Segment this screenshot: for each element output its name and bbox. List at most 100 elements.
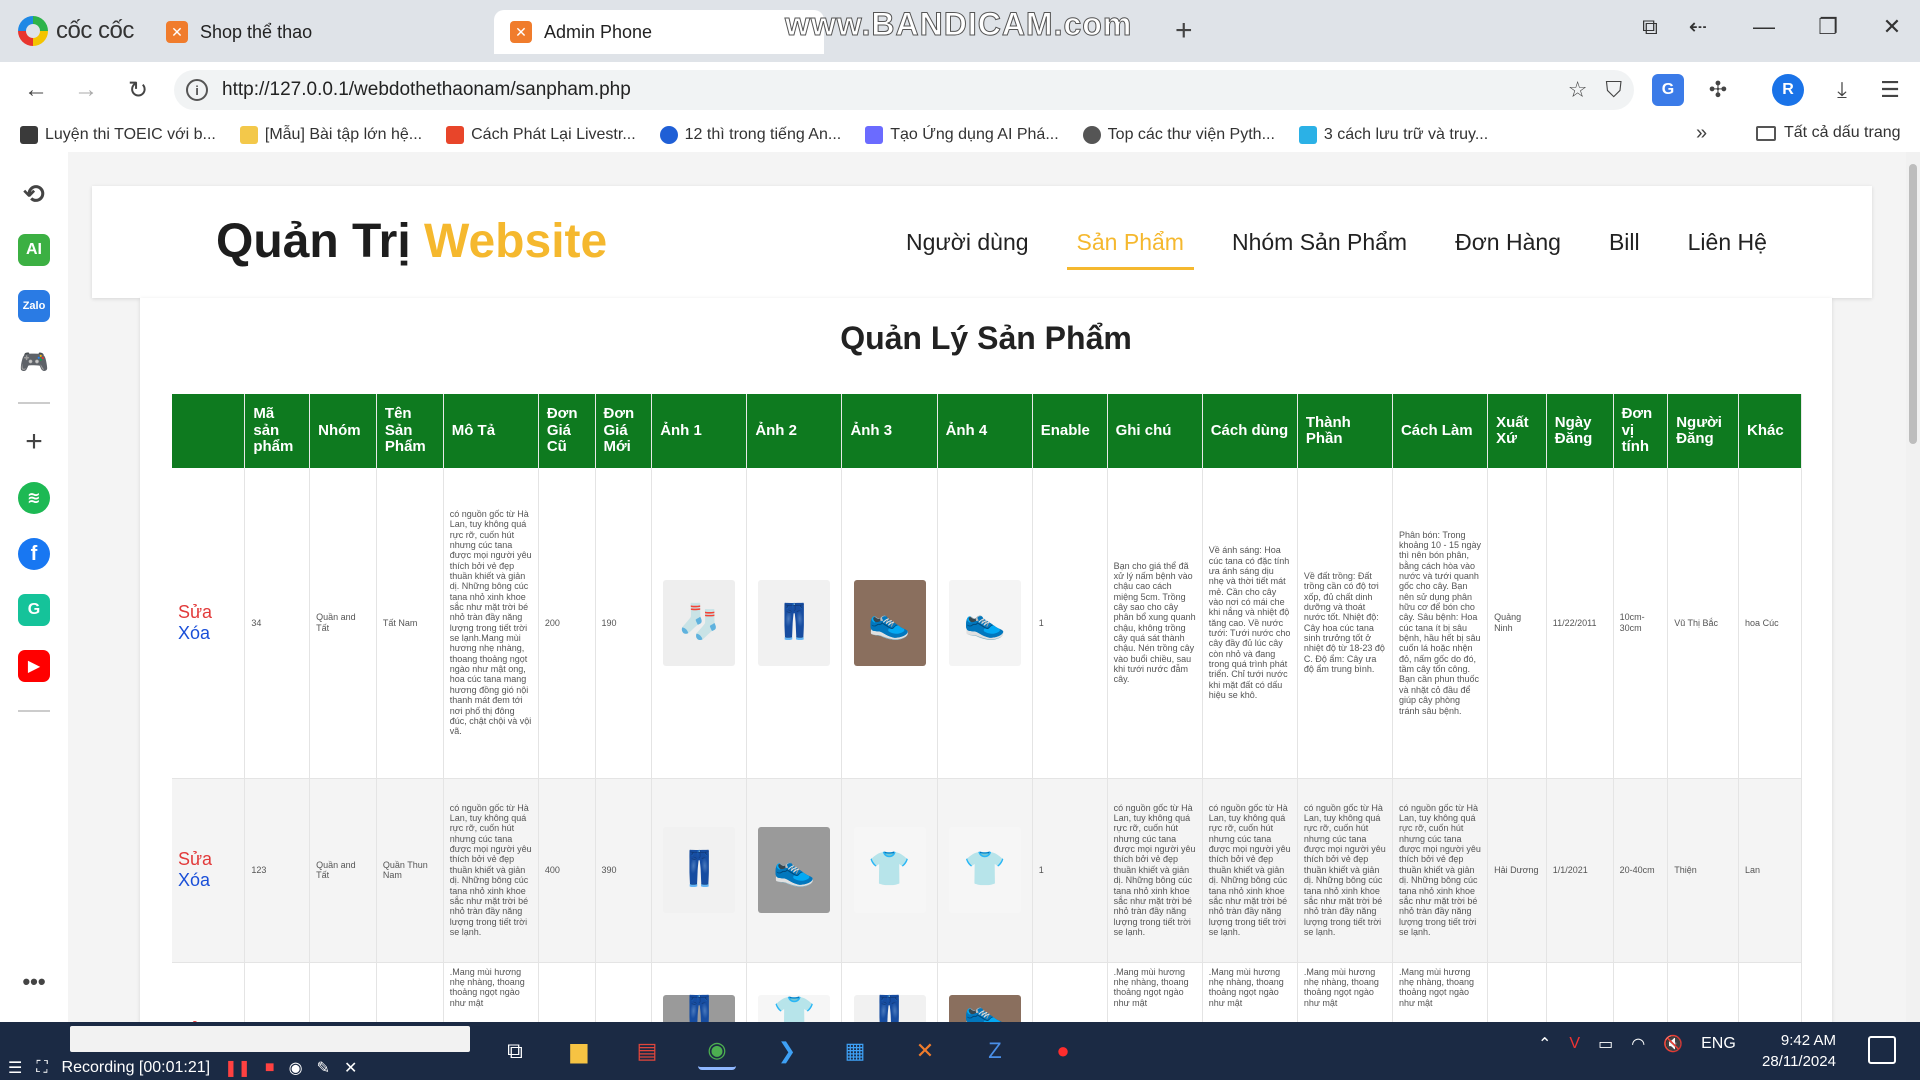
taskbar-clock[interactable]: 9:42 AM 28/11/2024 [1762, 1030, 1836, 1072]
history-icon[interactable]: ⟲ [18, 178, 50, 210]
bookmark-favicon-icon [20, 126, 38, 144]
tab-admin-phone[interactable]: ✕ Admin Phone [494, 10, 824, 54]
tab-shop-the-thao[interactable]: ✕ Shop thể thao [150, 10, 490, 54]
nav-san-pham[interactable]: Sản Phẩm [1053, 186, 1208, 298]
column-header: Enable [1032, 394, 1108, 468]
site-info-icon[interactable]: i [186, 79, 208, 101]
grammarly-icon[interactable]: G [18, 594, 50, 626]
restore-button[interactable]: ❐ [1808, 14, 1848, 40]
chevron-up-icon[interactable]: ⌃ [1538, 1034, 1551, 1054]
edit-link[interactable]: Sửa [178, 849, 238, 870]
back-forward-cache-icon[interactable]: ⇠ [1678, 14, 1718, 40]
product-image-sneakers[interactable]: 👟 [758, 827, 831, 913]
translate-icon[interactable]: G [1652, 74, 1684, 106]
product-image-pants[interactable]: 👖 [663, 827, 736, 913]
game-controller-icon[interactable]: 🎮 [18, 346, 50, 378]
nav-bill[interactable]: Bill [1585, 186, 1664, 298]
record-icon[interactable]: ● [1044, 1032, 1082, 1070]
stop-icon[interactable]: ■ [265, 1059, 275, 1077]
cell-ngay-dang: 1/1/2021 [1546, 778, 1614, 963]
new-tab-button[interactable]: + [1175, 14, 1193, 48]
browser-brand-name: cốc cốc [56, 17, 134, 44]
bookmark-item[interactable]: Luyện thi TOEIC với b... [20, 126, 216, 144]
browser-brand[interactable]: cốc cốc [18, 14, 134, 48]
product-image-tshirt[interactable]: 👕 [948, 827, 1021, 913]
edit-link[interactable]: Sửa [178, 602, 238, 623]
youtube-icon[interactable]: ▶ [18, 650, 50, 682]
screen-capture-icon[interactable]: ⧉ [1630, 14, 1670, 40]
volume-muted-icon[interactable]: 🔇 [1663, 1034, 1683, 1054]
bookmark-star-icon[interactable]: ☆ [1568, 77, 1588, 103]
xampp-icon[interactable]: ✕ [906, 1032, 944, 1070]
scrollbar-thumb[interactable] [1909, 164, 1917, 444]
language-indicator[interactable]: ENG [1701, 1035, 1736, 1053]
battery-icon[interactable]: ▭ [1598, 1034, 1613, 1054]
coccoc-taskbar-icon[interactable]: ◉ [698, 1032, 736, 1070]
coccoc-logo-icon [18, 16, 48, 46]
menu-icon[interactable]: ☰ [8, 1058, 22, 1078]
more-bookmarks-chevron-icon[interactable]: » [1696, 122, 1707, 145]
bookmark-item[interactable]: 3 cách lưu trữ và truy... [1298, 126, 1488, 144]
product-image-pants[interactable]: 👖 [663, 994, 736, 1022]
zalo-icon[interactable]: Zalo [18, 290, 50, 322]
url-text[interactable]: http://127.0.0.1/webdothethaonam/sanpham… [222, 79, 631, 101]
nav-nhom-san-pham[interactable]: Nhóm Sản Phẩm [1208, 186, 1431, 298]
reload-button[interactable]: ↻ [120, 72, 156, 108]
bookmark-item[interactable]: Cách Phát Lại Livestr... [446, 126, 636, 144]
red-app-icon[interactable]: ▤ [628, 1032, 666, 1070]
add-icon[interactable]: + [18, 425, 50, 458]
camera-icon[interactable]: ◉ [289, 1058, 303, 1078]
more-icon[interactable]: ••• [18, 966, 50, 998]
delete-link[interactable]: Xóa [178, 870, 238, 891]
antivirus-icon[interactable]: V [1569, 1035, 1580, 1053]
cell-anh-1: 👖 [651, 962, 748, 1022]
tab-title: Shop thể thao [200, 21, 313, 42]
ai-assistant-icon[interactable]: AI [18, 234, 50, 266]
task-view-icon[interactable]: ⧉ [496, 1032, 534, 1070]
product-image-shoes[interactable]: 👟 [948, 994, 1021, 1022]
zalo-taskbar-icon[interactable]: Z [976, 1032, 1014, 1070]
back-button[interactable]: ← [18, 72, 54, 108]
pencil-icon[interactable]: ✎ [317, 1058, 330, 1078]
product-image-sneakers[interactable]: 👟 [853, 579, 926, 666]
product-image-tshirt[interactable]: 👕 [853, 827, 926, 913]
extensions-icon[interactable]: ✣ [1702, 74, 1734, 106]
menu-icon[interactable]: ☰ [1874, 74, 1906, 106]
all-bookmarks-button[interactable]: Tất cả dấu trang [1756, 124, 1901, 142]
fullscreen-icon[interactable]: ⛶ [36, 1059, 47, 1077]
product-image-pants[interactable]: 👖 [853, 994, 926, 1022]
spotify-icon[interactable]: ≋ [18, 482, 50, 514]
shield-icon[interactable]: ⛉ [1605, 77, 1622, 103]
product-image-shoes[interactable]: 👟 [948, 579, 1021, 666]
delete-link[interactable]: Xóa [178, 623, 238, 644]
cell-cach-dung: có nguồn gốc từ Hà Lan, tuy không quá rự… [1202, 778, 1298, 963]
bookmark-item[interactable]: [Mẫu] Bài tập lớn hệ... [239, 126, 422, 144]
page-scrollbar[interactable] [1906, 152, 1920, 1022]
notification-icon[interactable] [1868, 1036, 1896, 1064]
pause-icon[interactable]: ❚❚ [224, 1058, 251, 1078]
product-image-pants[interactable]: 👖 [758, 579, 831, 666]
wifi-icon[interactable]: ◠ [1631, 1034, 1645, 1054]
forward-button[interactable]: → [68, 72, 104, 108]
close-icon[interactable]: ✕ [344, 1058, 357, 1078]
address-bar[interactable]: i http://127.0.0.1/webdothethaonam/sanph… [174, 70, 1634, 110]
product-image-socks[interactable]: 🧦 [663, 579, 736, 666]
bookmark-item[interactable]: Top các thư viện Pyth... [1082, 126, 1275, 144]
download-icon[interactable]: ⤓ [1826, 74, 1858, 106]
microsoft-store-icon[interactable]: ▦ [836, 1032, 874, 1070]
minimize-button[interactable]: — [1744, 14, 1784, 40]
nav-don-hang[interactable]: Đơn Hàng [1431, 186, 1585, 298]
nav-lien-he[interactable]: Liên Hệ [1664, 186, 1791, 298]
file-explorer-icon[interactable]: ▆ [560, 1032, 598, 1070]
bookmark-item[interactable]: 12 thì trong tiếng An... [659, 126, 841, 144]
taskbar-search-box[interactable] [70, 1026, 470, 1052]
vscode-icon[interactable]: ❯ [768, 1032, 806, 1070]
profile-avatar[interactable]: R [1772, 74, 1804, 106]
bookmark-item[interactable]: Tạo Ứng dụng AI Phá... [865, 126, 1059, 144]
bookmark-favicon-icon [1298, 126, 1317, 144]
cell-cach-lam: có nguồn gốc từ Hà Lan, tuy không quá rự… [1392, 778, 1489, 963]
facebook-icon[interactable]: f [18, 538, 50, 570]
product-image-tshirt[interactable]: 👕 [758, 994, 831, 1022]
close-window-button[interactable]: ✕ [1872, 14, 1912, 40]
nav-nguoi-dung[interactable]: Người dùng [882, 186, 1053, 298]
